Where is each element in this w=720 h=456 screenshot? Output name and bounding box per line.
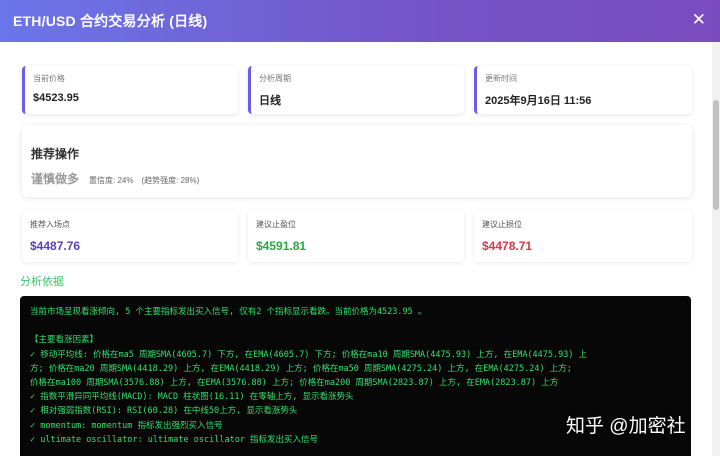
analysis-line: 价格在ma100 周期SMA(3576.88) 上方, 在EMA(3576.88…	[30, 377, 559, 388]
dialog-header: ETH/USD 合约交易分析 (日线) ✕	[0, 0, 720, 42]
period-label: 分析周期	[259, 74, 291, 83]
confidence-text: 置信度: 24%	[89, 176, 134, 185]
analysis-line	[30, 319, 681, 333]
watermark: 知乎 @加密社	[566, 416, 686, 437]
take-profit-label: 建议止盈位	[256, 220, 296, 229]
update-time-value: 2025年9月16日 11:56	[485, 95, 592, 107]
current-price-label: 当前价格	[33, 74, 65, 83]
stop-loss-value: $4478.71	[482, 239, 533, 253]
dialog-title: ETH/USD 合约交易分析 (日线)	[13, 13, 208, 29]
analysis-section-title: 分析依据	[20, 276, 64, 288]
update-time-card: 更新时间 2025年9月16日 11:56	[474, 66, 692, 114]
take-profit-value: $4591.81	[256, 239, 307, 253]
recommendation-heading: 推荐操作	[31, 147, 80, 161]
entry-price-card: 推荐入场点 $4487.76	[22, 210, 238, 262]
dialog-body: 当前价格 $4523.95 分析周期 日线 更新时间 2025年9月16日 11…	[0, 42, 712, 456]
update-time-label: 更新时间	[485, 74, 517, 83]
analysis-line: ✓ 指数平滑异同平均线(MACD): MACD 柱状图(16.11) 在零轴上方…	[30, 392, 354, 403]
analysis-line: ✓ 移动平均线: 价格在ma5 周期SMA(4605.7) 下方, 在EMA(4…	[30, 349, 588, 360]
recommendation-action: 谨慎做多	[31, 172, 80, 186]
trend-strength-text: (趋势强度: 28%)	[141, 176, 200, 185]
vertical-scrollbar[interactable]	[712, 42, 720, 456]
recommendation-card: 推荐操作 谨慎做多 置信度: 24% (趋势强度: 28%)	[22, 125, 692, 197]
scrollbar-thumb[interactable]	[713, 100, 719, 210]
stop-loss-card: 建议止损位 $4478.71	[474, 210, 692, 262]
entry-price-label: 推荐入场点	[30, 220, 70, 229]
current-price-value: $4523.95	[33, 92, 79, 104]
period-card: 分析周期 日线	[248, 66, 464, 114]
analysis-line: 【主要看涨因素】	[30, 335, 99, 346]
close-icon[interactable]: ✕	[692, 9, 706, 31]
stop-loss-label: 建议止损位	[482, 220, 522, 229]
period-value: 日线	[259, 95, 281, 107]
take-profit-card: 建议止盈位 $4591.81	[248, 210, 464, 262]
analysis-line: 方; 价格在ma20 周期SMA(4418.29) 上方, 在EMA(4418.…	[30, 363, 572, 374]
analysis-line: 当前市场呈现看涨倾向, 5 个主要指标发出买入信号, 仅有2 个指标显示看跌。当…	[30, 307, 427, 317]
entry-price-value: $4487.76	[30, 239, 81, 253]
current-price-card: 当前价格 $4523.95	[22, 66, 238, 114]
